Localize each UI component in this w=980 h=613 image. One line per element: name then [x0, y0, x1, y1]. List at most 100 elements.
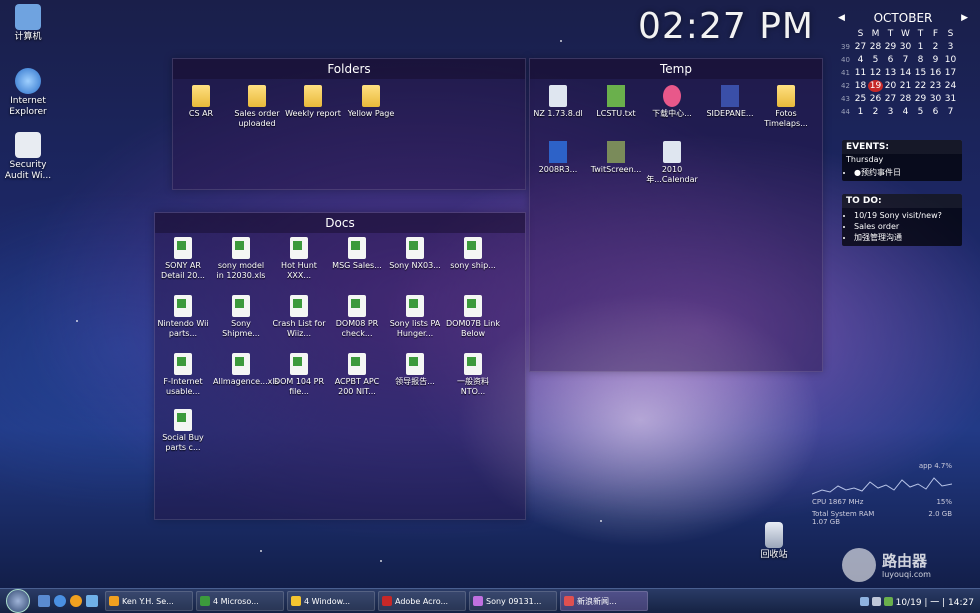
doc-item[interactable]: Hot Hunt XXX... — [271, 237, 327, 281]
calendar-day[interactable]: 17 — [943, 67, 958, 79]
doc-item[interactable]: Crash List for Wiiz... — [271, 295, 327, 339]
desktop-icon-computer[interactable]: 计算机 — [0, 4, 56, 43]
calendar-day[interactable]: 20 — [883, 80, 898, 92]
calendar-day[interactable]: 24 — [943, 80, 958, 92]
doc-item[interactable]: sony model in 12030.xls — [213, 237, 269, 281]
calendar-day[interactable]: 5 — [868, 54, 883, 66]
doc-item[interactable]: Sony Shipme... — [213, 295, 269, 339]
desktop-icon-ie[interactable]: Internet Explorer — [0, 68, 56, 118]
calendar-day[interactable]: 25 — [853, 93, 868, 105]
calendar-day[interactable]: 14 — [898, 67, 913, 79]
calendar-day[interactable]: 16 — [928, 67, 943, 79]
desktop-icon-security[interactable]: Security Audit Wi... — [0, 132, 56, 182]
doc-item[interactable]: F-Internet usable... — [155, 353, 211, 397]
file-item[interactable]: NZ 1.73.8.dl — [530, 85, 586, 119]
doc-item[interactable]: DOM 104 PR file... — [271, 353, 327, 397]
calendar-day[interactable]: 5 — [913, 106, 928, 118]
calendar-next-button[interactable]: ▶ — [961, 13, 968, 23]
taskbar-button[interactable]: Ken Y.H. Se... — [105, 591, 193, 611]
fence-temp[interactable]: Temp NZ 1.73.8.dl LCSTU.txt 下载中心... SIDE… — [529, 58, 823, 372]
calendar-day[interactable]: 30 — [928, 93, 943, 105]
file-item[interactable]: 下载中心... — [644, 85, 700, 119]
taskbar-button[interactable]: Sony 09131... — [469, 591, 557, 611]
calendar-day[interactable]: 2 — [868, 106, 883, 118]
file-item[interactable]: 2008R3... — [530, 141, 586, 175]
start-button[interactable] — [6, 589, 30, 613]
calendar-day[interactable]: 28 — [898, 93, 913, 105]
calendar-day[interactable]: 19 — [868, 80, 883, 92]
calendar-day[interactable]: 1 — [853, 106, 868, 118]
folder-item[interactable]: Weekly report — [285, 85, 341, 119]
calendar-day[interactable]: 15 — [913, 67, 928, 79]
todo-item[interactable]: Sales order — [854, 221, 958, 232]
folder-item[interactable]: CS AR — [173, 85, 229, 119]
desktop-icon-recycle-bin[interactable]: 回收站 — [746, 522, 802, 561]
doc-item[interactable]: MSG Sales... — [329, 237, 385, 271]
tray-clock[interactable]: 10/19 | 一 | 14:27 — [896, 595, 974, 608]
doc-item[interactable]: ACPBT APC 200 NIT... — [329, 353, 385, 397]
calendar-day[interactable]: 13 — [883, 67, 898, 79]
calendar-day[interactable]: 22 — [913, 80, 928, 92]
explorer-icon[interactable] — [86, 595, 98, 607]
doc-item[interactable]: Nintendo Wii parts... — [155, 295, 211, 339]
calendar-day[interactable]: 27 — [883, 93, 898, 105]
file-item[interactable]: LCSTU.txt — [588, 85, 644, 119]
calendar-day[interactable]: 31 — [943, 93, 958, 105]
calendar-day[interactable]: 21 — [898, 80, 913, 92]
taskbar-button[interactable]: 4 Microso... — [196, 591, 284, 611]
doc-item[interactable]: DOM08 PR check... — [329, 295, 385, 339]
media-player-icon[interactable] — [70, 595, 82, 607]
calendar-day[interactable]: 3 — [883, 106, 898, 118]
doc-item[interactable]: Allmagence...xls — [213, 353, 279, 387]
calendar-day[interactable]: 29 — [913, 93, 928, 105]
doc-item[interactable]: sony ship... — [445, 237, 501, 271]
calendar-day[interactable]: 4 — [853, 54, 868, 66]
calendar-day[interactable]: 2 — [928, 41, 943, 53]
network-icon[interactable] — [859, 596, 869, 606]
security-icon[interactable] — [883, 596, 893, 606]
calendar-day[interactable]: 27 — [853, 41, 868, 53]
todo-item[interactable]: 加强管理沟通 — [854, 232, 958, 243]
calendar-day[interactable]: 1 — [913, 41, 928, 53]
folder-item[interactable]: Yellow Page — [343, 85, 399, 119]
calendar-day[interactable]: 9 — [928, 54, 943, 66]
calendar-day[interactable]: 11 — [853, 67, 868, 79]
calendar-day[interactable]: 6 — [928, 106, 943, 118]
event-item[interactable]: ●预约事件日 — [854, 167, 958, 178]
doc-item[interactable]: SONY AR Detail 20... — [155, 237, 211, 281]
fence-docs[interactable]: Docs SONY AR Detail 20... sony model in 1… — [154, 212, 526, 520]
calendar-prev-button[interactable]: ◀ — [838, 13, 845, 23]
file-item[interactable]: TwitScreen... — [588, 141, 644, 175]
calendar-day[interactable]: 10 — [943, 54, 958, 66]
calendar-day[interactable]: 12 — [868, 67, 883, 79]
show-desktop-icon[interactable] — [38, 595, 50, 607]
calendar-day[interactable]: 7 — [898, 54, 913, 66]
doc-item[interactable]: Sony lists PA Hunger... — [387, 295, 443, 339]
calendar-day[interactable]: 26 — [868, 93, 883, 105]
file-item[interactable]: SIDEPANE... — [702, 85, 758, 119]
doc-item[interactable]: Social Buy parts c... — [155, 409, 211, 453]
taskbar-button[interactable]: 4 Window... — [287, 591, 375, 611]
taskbar-button[interactable]: 新浪新闻... — [560, 591, 648, 611]
doc-item[interactable]: 一般资料 NTO... — [445, 353, 501, 397]
file-item[interactable]: 2010年...Calendar — [644, 141, 700, 185]
calendar-day[interactable]: 28 — [868, 41, 883, 53]
calendar-day[interactable]: 7 — [943, 106, 958, 118]
calendar-day[interactable]: 4 — [898, 106, 913, 118]
calendar-day[interactable]: 3 — [943, 41, 958, 53]
calendar-day[interactable]: 6 — [883, 54, 898, 66]
volume-icon[interactable] — [871, 596, 881, 606]
doc-item[interactable]: Sony NX03... — [387, 237, 443, 271]
calendar-day[interactable]: 29 — [883, 41, 898, 53]
fence-folders[interactable]: Folders CS AR Sales order uploaded Weekl… — [172, 58, 526, 190]
calendar-day[interactable]: 8 — [913, 54, 928, 66]
calendar-day[interactable]: 23 — [928, 80, 943, 92]
todo-item[interactable]: 10/19 Sony visit/new? — [854, 210, 958, 221]
doc-item[interactable]: DOM07B Link Below — [445, 295, 501, 339]
ie-quicklaunch-icon[interactable] — [54, 595, 66, 607]
calendar-day[interactable]: 30 — [898, 41, 913, 53]
folder-item[interactable]: Sales order uploaded — [229, 85, 285, 129]
doc-item[interactable]: 领导报告... — [387, 353, 443, 387]
file-item[interactable]: Fotos Timelaps... — [758, 85, 814, 129]
taskbar-button[interactable]: Adobe Acro... — [378, 591, 466, 611]
